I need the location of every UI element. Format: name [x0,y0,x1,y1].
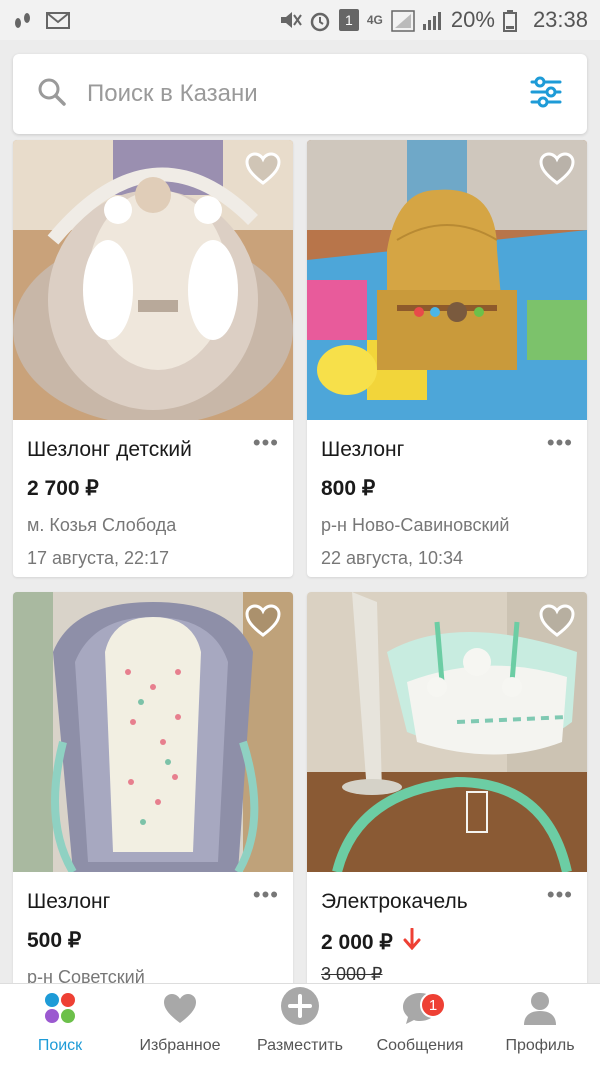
listing-info: Шезлонг ••• 800 ₽ р-н Ново-Савиновский 2… [307,420,587,577]
listing-photo[interactable] [13,592,293,872]
price-drop-arrow-icon [403,927,421,956]
tab-label: Поиск [37,1037,83,1054]
more-options-icon[interactable]: ••• [547,432,573,454]
listing-title: Шезлонг детский [27,438,192,461]
heart-icon [162,992,198,1031]
listing-price: 500 ₽ [27,928,279,953]
plus-circle-icon [280,986,320,1031]
listing-card[interactable]: Электрокачель ••• 2 000 ₽ 3 000 ₽ [307,592,587,992]
listing-card[interactable]: Шезлонг детский ••• 2 700 ₽ м. Козья Сло… [13,140,293,577]
tab-label: Сообщения [376,1037,464,1054]
battery-percent: 20% [450,7,495,32]
favorite-heart-icon[interactable] [539,604,575,638]
listing-date: 22 августа, 10:34 [321,548,464,568]
mail-icon [46,10,70,30]
listing-photo[interactable] [13,140,293,420]
favorite-heart-icon[interactable] [539,152,575,186]
tab-favorites[interactable]: Избранное [120,984,240,1065]
favorite-heart-icon[interactable] [245,604,281,638]
more-options-icon[interactable]: ••• [253,884,279,906]
person-icon [522,990,558,1031]
clock: 23:38 [532,7,588,32]
listing-card[interactable]: Шезлонг ••• 800 ₽ р-н Ново-Савиновский 2… [307,140,587,577]
price-value: 2 700 ₽ [27,477,99,500]
filter-icon[interactable] [529,76,563,113]
tab-messages[interactable]: 1 Сообщения [360,984,480,1065]
listing-location: м. Козья Слобода [27,515,177,535]
search-icon [37,77,67,112]
old-price: 3 000 ₽ [321,964,383,984]
bottom-tab-bar: Поиск Избранное Разместить 1 Сообщения П… [0,983,600,1065]
search-bar[interactable]: Поиск в Казани [13,54,587,134]
footprints-icon [12,10,34,30]
signal-icon [391,10,415,32]
listing-title: Электрокачель [321,890,468,913]
listing-card[interactable]: Шезлонг ••• 500 ₽ р-н Советский [13,592,293,992]
listing-price: 2 700 ₽ [27,476,279,501]
signal-bars-icon [421,10,443,30]
more-options-icon[interactable]: ••• [253,432,279,454]
sim-indicator: 1 [338,9,359,31]
listing-title: Шезлонг [27,890,111,913]
tab-label: Разместить [256,1037,344,1054]
search-input[interactable]: Поиск в Казани [87,80,529,108]
listing-title: Шезлонг [321,438,405,461]
favorite-heart-icon[interactable] [245,152,281,186]
mute-icon [279,10,302,30]
listing-date: 17 августа, 22:17 [27,548,170,568]
listing-photo[interactable] [307,140,587,420]
listing-price: 800 ₽ [321,476,573,501]
price-value: 500 ₽ [27,929,82,952]
listing-info: Шезлонг детский ••• 2 700 ₽ м. Козья Сло… [13,420,293,577]
tab-label: Профиль [505,1037,575,1054]
more-options-icon[interactable]: ••• [547,884,573,906]
listing-location: р-н Ново-Савиновский [321,515,510,535]
tab-profile[interactable]: Профиль [480,984,600,1065]
price-value: 2 000 ₽ [321,930,393,954]
network-type: 4G [366,13,383,27]
listing-price: 2 000 ₽ [321,927,573,956]
battery-icon [502,10,525,32]
unread-badge: 1 [420,992,446,1018]
listing-info: Шезлонг ••• 500 ₽ р-н Советский [13,872,293,992]
listing-info: Электрокачель ••• 2 000 ₽ 3 000 ₽ [307,872,587,992]
alarm-icon [309,10,331,32]
tab-post-ad[interactable]: Разместить [240,984,360,1065]
tab-search[interactable]: Поиск [0,984,120,1065]
search-dots-icon [42,990,78,1031]
price-value: 800 ₽ [321,477,376,500]
listing-photo[interactable] [307,592,587,872]
tab-label: Избранное [139,1037,221,1054]
status-bar: 1 4G 20% 23:38 [0,0,600,40]
